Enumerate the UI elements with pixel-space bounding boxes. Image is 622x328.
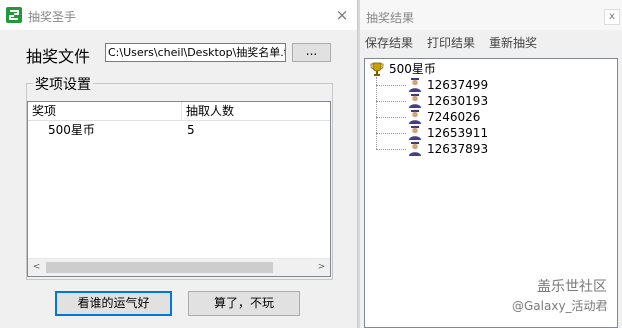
winner-id: 12637893: [427, 142, 489, 156]
prize-list[interactable]: 奖项 抽取人数 500星币 5 < >: [27, 101, 331, 277]
menu-print-results[interactable]: 打印结果: [427, 34, 475, 51]
column-header-prize[interactable]: 奖项: [28, 102, 182, 120]
file-label: 抽奖文件: [26, 47, 91, 66]
menu-bar: 保存结果 打印结果 重新抽奖: [360, 30, 622, 52]
quit-button[interactable]: 算了，不玩: [188, 291, 300, 316]
trophy-icon: [369, 61, 385, 81]
window-title: 抽奖圣手: [28, 10, 77, 24]
group-title: 奖项设置: [33, 74, 93, 94]
list-row[interactable]: 500星币 5: [28, 122, 330, 138]
winner-id: 12637499: [427, 78, 489, 92]
menu-save-results[interactable]: 保存结果: [365, 34, 413, 51]
results-close-icon[interactable]: x: [604, 9, 620, 25]
prize-cell: 500星币: [48, 123, 95, 137]
list-header: 奖项 抽取人数: [28, 102, 330, 121]
draw-button[interactable]: 看谁的运气好: [55, 291, 172, 316]
winner-id: 7246026: [427, 110, 481, 124]
tree-branch: [376, 101, 406, 102]
app-logo-icon: [6, 7, 22, 23]
file-path-field[interactable]: C:\Users\cheil\Desktop\抽奖名单.t: [105, 43, 286, 62]
results-window-title: 抽奖结果: [366, 11, 415, 25]
count-cell: 5: [187, 123, 195, 137]
menu-redraw[interactable]: 重新抽奖: [489, 34, 537, 51]
scroll-left-icon[interactable]: <: [28, 259, 45, 276]
scroll-right-icon[interactable]: >: [313, 259, 330, 276]
tree-branch: [376, 117, 406, 118]
tree-branch: [376, 85, 406, 86]
person-icon: [407, 141, 423, 161]
winner-id: 12653911: [427, 126, 489, 140]
watermark-handle: @Galaxy_活动君: [512, 299, 608, 313]
tree-root-label: 500星币: [389, 62, 436, 76]
browse-button[interactable]: ...: [292, 43, 331, 62]
scroll-thumb[interactable]: [46, 262, 273, 273]
results-title-bar: 抽奖结果 x: [360, 0, 622, 30]
close-icon[interactable]: ×: [333, 6, 351, 24]
title-bar: 抽奖圣手 ×: [0, 0, 357, 30]
horizontal-scrollbar[interactable]: < >: [28, 258, 330, 276]
tree-branch: [376, 133, 406, 134]
tree-branch: [376, 149, 406, 150]
column-header-count[interactable]: 抽取人数: [182, 102, 330, 120]
tree-connector: [376, 77, 377, 149]
winner-id: 12630193: [427, 94, 489, 108]
watermark-title: 盖乐世社区: [537, 279, 607, 295]
lottery-main-window: 抽奖圣手 × 抽奖文件 C:\Users\cheil\Desktop\抽奖名单.…: [0, 0, 358, 328]
